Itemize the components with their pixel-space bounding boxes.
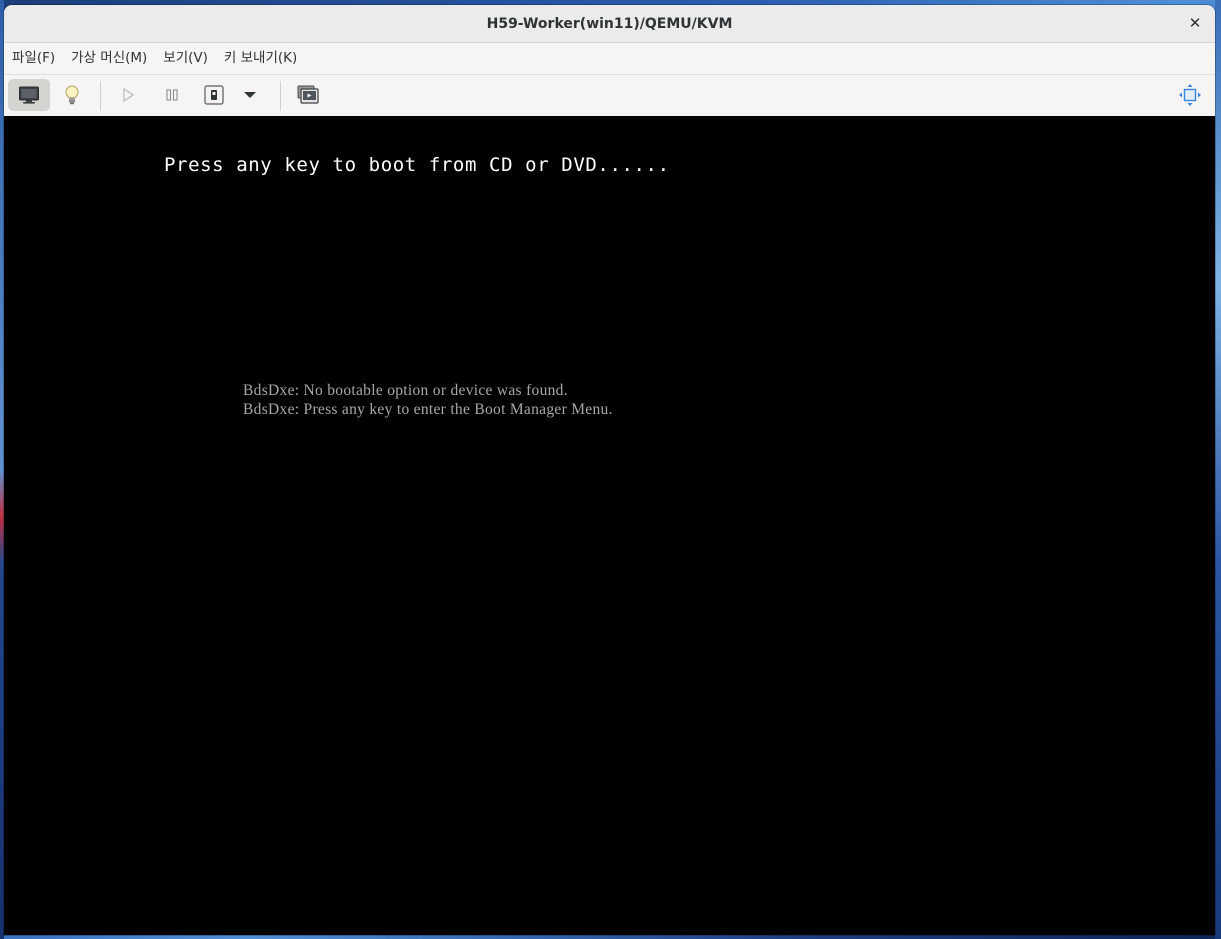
boot-prompt-text: Press any key to boot from CD or DVD....…	[164, 154, 670, 176]
toolbar	[4, 75, 1215, 117]
pause-button[interactable]	[156, 79, 188, 111]
toolbar-separator	[280, 81, 281, 111]
vm-console-display[interactable]: Press any key to boot from CD or DVD....…	[4, 116, 1215, 935]
shutdown-menu-button[interactable]	[238, 79, 262, 111]
console-message: BdsDxe: No bootable option or device was…	[243, 382, 568, 399]
window-title: H59-Worker(win11)/QEMU/KVM	[486, 15, 733, 32]
show-details-button[interactable]	[56, 79, 88, 111]
menu-bar: 파일(F) 가상 머신(M) 보기(V) 키 보내기(K)	[4, 43, 1215, 75]
menu-file[interactable]: 파일(F)	[4, 43, 63, 74]
resize-to-vm-icon	[1179, 84, 1201, 106]
close-icon: ✕	[1188, 14, 1202, 32]
lightbulb-icon	[65, 85, 79, 105]
snapshots-button[interactable]	[292, 79, 324, 111]
title-bar[interactable]: H59-Worker(win11)/QEMU/KVM ✕	[4, 5, 1215, 43]
run-button[interactable]	[112, 79, 144, 111]
shutdown-button[interactable]	[198, 79, 230, 111]
power-icon	[204, 85, 224, 105]
vm-viewer-window: H59-Worker(win11)/QEMU/KVM ✕ 파일(F) 가상 머신…	[4, 5, 1215, 935]
play-icon	[123, 87, 135, 103]
monitor-icon	[19, 86, 39, 104]
desktop-background-right	[1215, 0, 1221, 939]
show-console-button[interactable]	[8, 79, 50, 111]
pause-icon	[166, 89, 178, 101]
toolbar-separator	[100, 81, 101, 111]
snapshots-icon	[297, 85, 319, 104]
close-button[interactable]: ✕	[1183, 11, 1207, 35]
menu-virtual-machine[interactable]: 가상 머신(M)	[63, 43, 155, 74]
chevron-down-icon	[244, 92, 256, 98]
menu-view[interactable]: 보기(V)	[155, 43, 216, 74]
resize-to-vm-button[interactable]	[1174, 79, 1206, 111]
menu-send-key[interactable]: 키 보내기(K)	[216, 43, 305, 74]
console-message: BdsDxe: Press any key to enter the Boot …	[243, 401, 613, 418]
